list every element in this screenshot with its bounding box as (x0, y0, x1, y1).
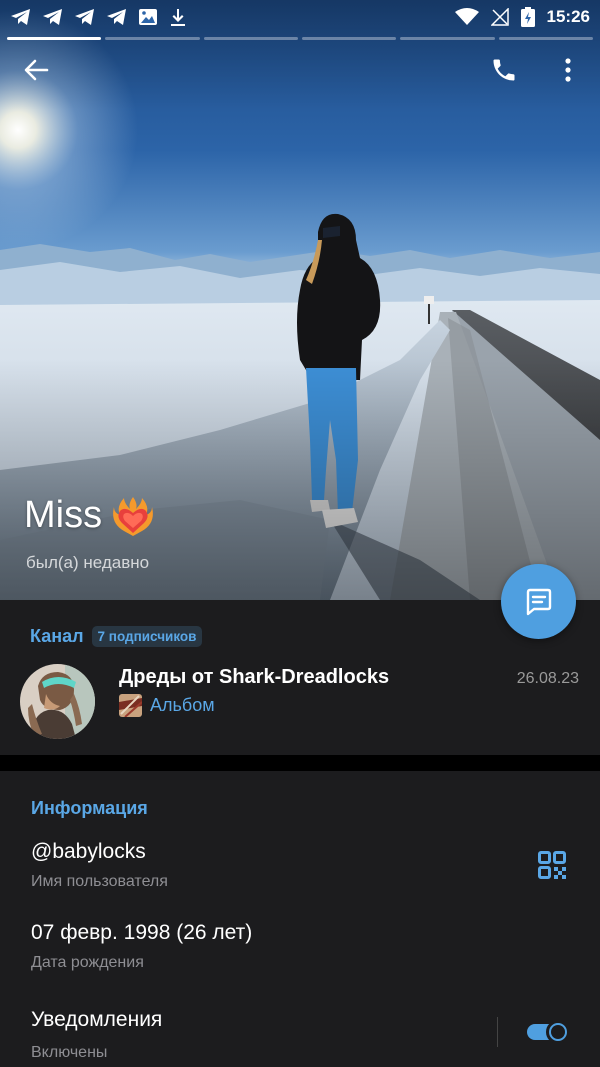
story-segment (105, 37, 200, 40)
last-post-label: Альбом (150, 695, 215, 715)
story-segment (400, 37, 495, 40)
info-section: Информация @babylocks Имя пользователя 0… (0, 771, 600, 1067)
telegram-icon (11, 9, 30, 25)
notifications-divider (497, 1017, 498, 1047)
notifications-toggle[interactable] (527, 1020, 571, 1044)
telegram-icon (107, 9, 126, 25)
message-icon (526, 588, 551, 615)
no-signal-icon (490, 8, 509, 26)
channel-avatar[interactable] (20, 664, 95, 739)
username-label: Имя пользователя (31, 873, 168, 890)
story-segment (203, 37, 298, 40)
qr-code-button[interactable] (538, 851, 566, 879)
birthday-label: Дата рождения (31, 954, 144, 971)
profile-photo[interactable]: 15:26 Miss был(а) недавно (0, 0, 600, 600)
channel-last-post[interactable]: Альбом (119, 694, 215, 717)
story-segment (301, 37, 397, 40)
qr-code-icon (538, 851, 566, 879)
username-value[interactable]: @babylocks (31, 840, 146, 864)
image-icon (139, 9, 157, 25)
back-button[interactable] (14, 48, 58, 92)
notifications-title[interactable]: Уведомления (31, 1008, 162, 1032)
profile-name-row: Miss (24, 494, 154, 537)
arrow-left-icon (24, 59, 49, 81)
telegram-icon (43, 9, 62, 25)
section-divider (0, 755, 600, 771)
clock: 15:26 (546, 7, 590, 26)
wifi-icon (454, 8, 479, 25)
call-button[interactable] (482, 48, 526, 92)
status-bar: 15:26 (0, 0, 600, 34)
more-vertical-icon (565, 58, 571, 82)
send-message-button[interactable] (501, 564, 576, 639)
telegram-icon (75, 9, 94, 25)
subscribers-badge: 7 подписчиков (91, 626, 203, 647)
story-segment (7, 37, 102, 40)
channel-post-date: 26.08.23 (516, 670, 579, 687)
more-menu-button[interactable] (546, 48, 590, 92)
toggle-knob (546, 1020, 570, 1044)
channel-name[interactable]: Дреды от Shark-Dreadlocks (119, 666, 389, 689)
birthday-value[interactable]: 07 февр. 1998 (26 лет) (31, 921, 252, 945)
notifications-state: Включены (31, 1044, 108, 1061)
profile-name: Miss (24, 494, 103, 536)
battery-icon (520, 7, 535, 27)
channel-header: Канал 7 подписчиков (30, 626, 203, 647)
last-seen-status: был(а) недавно (26, 553, 150, 572)
channel-avatar-image (20, 664, 95, 739)
heart-on-fire-icon (113, 496, 153, 536)
story-segment (498, 37, 593, 40)
channel-section-title: Канал (30, 626, 84, 646)
album-thumbnail (119, 694, 142, 717)
info-section-title: Информация (31, 798, 148, 818)
phone-icon (493, 59, 515, 81)
story-progress (7, 37, 593, 40)
download-icon (171, 9, 185, 26)
